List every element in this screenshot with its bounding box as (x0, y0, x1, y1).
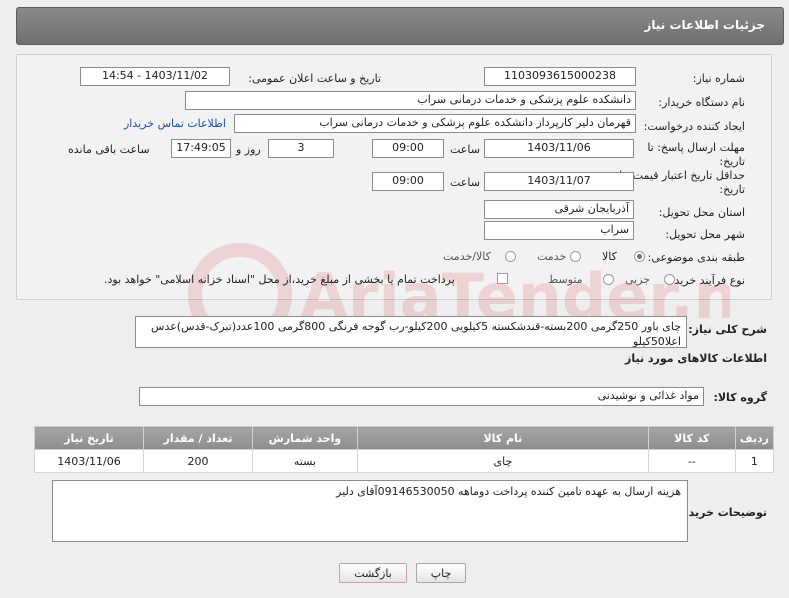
delivery-city-field: سراب (484, 221, 634, 240)
treasury-bonds-checkbox[interactable] (497, 273, 508, 284)
buyer-notes-label: توضیحات خریدار: (674, 506, 767, 519)
page-title: جزئیات اطلاعات نیاز (644, 18, 765, 32)
price-validity-date-field: 1403/11/07 (484, 172, 634, 191)
announce-datetime-label: تاریخ و ساعت اعلان عمومی: (248, 72, 381, 85)
remaining-time-field: 17:49:05 (171, 139, 231, 158)
price-validity-time-field: 09:00 (372, 172, 444, 191)
need-number-field: 1103093615000238 (484, 67, 636, 86)
goods-group-label: گروه کالا: (713, 391, 767, 404)
purchase-type-option-minor: جزیی (625, 273, 651, 286)
col-code-header: کد کالا (647, 426, 736, 450)
category-radio-goods-service[interactable] (505, 251, 516, 262)
reply-deadline-label-date: تاریخ: (719, 155, 745, 168)
requester-field: قهرمان دلیر کارپرداز دانشکده علوم پزشکی … (234, 114, 636, 133)
goods-table-header: ردیف کد کالا نام کالا واحد شمارش تعداد /… (33, 426, 775, 450)
purchase-type-radio-minor[interactable] (664, 274, 675, 285)
days-label: روز و (236, 143, 261, 156)
category-option-goods: کالا (602, 250, 617, 263)
goods-group-field: مواد غذائی و نوشیدنی (139, 387, 704, 406)
category-label: طبقه بندی موضوعی: (647, 251, 745, 264)
print-button[interactable]: چاپ (416, 563, 466, 583)
category-radio-service[interactable] (570, 251, 581, 262)
price-validity-label-date: تاریخ: (719, 183, 745, 196)
col-date-header: تاریخ نیاز (33, 426, 145, 450)
purchase-type-radio-medium[interactable] (603, 274, 614, 285)
cell-row: 1 (734, 449, 775, 473)
page-header: جزئیات اطلاعات نیاز (16, 7, 784, 45)
category-radio-goods[interactable] (634, 251, 645, 262)
col-qty-header: تعداد / مقدار (143, 426, 253, 450)
announce-datetime-field: 1403/11/02 - 14:54 (80, 67, 230, 86)
reply-date-field: 1403/11/06 (484, 139, 634, 158)
back-button[interactable]: بازگشت (339, 563, 407, 583)
buyer-notes-textarea[interactable]: هزینه ارسال به عهده تامین کننده پرداخت د… (52, 480, 688, 542)
remaining-time-label: ساعت باقی مانده (68, 143, 150, 156)
reply-time-label: ساعت (450, 143, 480, 156)
cell-code: -- (647, 449, 736, 473)
purchase-type-label: نوع فرآیند خرید : (667, 274, 745, 287)
delivery-province-label: استان محل تحویل: (658, 206, 745, 219)
delivery-city-label: شهر محل تحویل: (665, 228, 745, 241)
cell-name: چای (356, 449, 649, 473)
buyer-org-label: نام دستگاه خریدار: (658, 96, 745, 109)
category-option-service: خدمت (537, 250, 567, 263)
reply-deadline-label: مهلت ارسال پاسخ: تا (647, 141, 745, 154)
buyer-org-field: دانشکده علوم پزشکی و خدمات درمانی سراب (185, 91, 636, 110)
cell-date: 1403/11/06 (33, 449, 145, 473)
purchase-type-option-medium: متوسط (548, 273, 583, 286)
treasury-bonds-note: پرداخت تمام یا بخشی از مبلغ خرید،از محل … (104, 273, 455, 286)
description-label: شرح کلی نیاز: (688, 323, 767, 336)
reply-time-field: 09:00 (372, 139, 444, 158)
description-textarea[interactable]: چای باور 250گرمی 200بسته-قندشکسته 5کیلوی… (135, 316, 687, 348)
cell-unit: بسته (251, 449, 358, 473)
goods-table: ردیف کد کالا نام کالا واحد شمارش تعداد /… (33, 426, 775, 473)
buyer-contact-link[interactable]: اطلاعات تماس خریدار (124, 117, 226, 130)
col-name-header: نام کالا (356, 426, 649, 450)
need-number-label: شماره نیاز: (692, 72, 745, 85)
days-field: 3 (268, 139, 334, 158)
delivery-province-field: آذربایجان شرقی (484, 200, 634, 219)
requester-label: ایجاد کننده درخواست: (643, 120, 745, 133)
col-row-header: ردیف (734, 426, 775, 450)
price-validity-label: حداقل تاریخ اعتبار قیمت: تا (619, 169, 745, 182)
cell-qty: 200 (143, 449, 253, 473)
goods-section-title: اطلاعات کالاهای مورد نیاز (625, 352, 767, 365)
col-unit-header: واحد شمارش (251, 426, 358, 450)
category-option-goods-service: کالا/خدمت (443, 250, 491, 263)
price-validity-time-label: ساعت (450, 176, 480, 189)
table-row: 1 -- چای بسته 200 1403/11/06 (33, 449, 775, 473)
